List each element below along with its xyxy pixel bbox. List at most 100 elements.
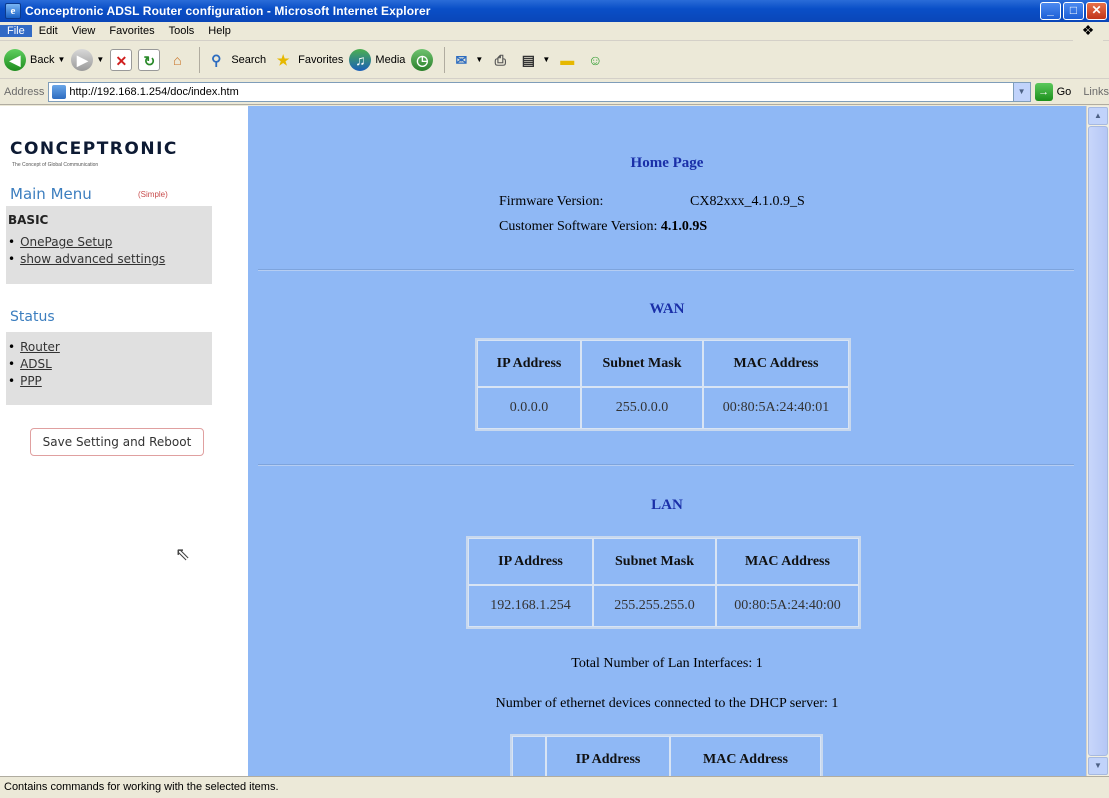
chevron-down-icon[interactable]: ▼ <box>1012 82 1030 101</box>
list-item: • ADSL <box>8 357 52 371</box>
chevron-down-icon[interactable]: ▼ <box>96 55 104 64</box>
back-arrow-icon: ◀ <box>4 48 26 71</box>
media-label: Media <box>375 53 406 66</box>
forward-button[interactable]: ▶ ▼ <box>71 45 104 75</box>
media-button[interactable]: ♫ Media <box>349 45 405 75</box>
menu-file[interactable]: File <box>0 25 32 37</box>
total-lan-interfaces: Total Number of Lan Interfaces: 1 <box>571 656 763 671</box>
vertical-scrollbar[interactable]: ▲ ▼ <box>1086 106 1109 776</box>
divider <box>258 464 1074 466</box>
list-item: • show advanced settings <box>8 252 166 266</box>
scroll-down-icon[interactable]: ▼ <box>1088 757 1108 775</box>
show-advanced-link[interactable]: show advanced settings <box>20 252 165 266</box>
links-button[interactable]: Links <box>1083 86 1109 98</box>
scroll-thumb[interactable] <box>1088 126 1108 756</box>
menu-view[interactable]: View <box>65 25 103 37</box>
messenger-button[interactable]: ☺ <box>584 45 606 75</box>
lan-title: LAN <box>651 497 683 513</box>
lan-subnet-cell: 255.255.255.0 <box>593 585 716 627</box>
basic-heading: BASIC <box>8 213 49 227</box>
address-url[interactable]: http://192.168.1.254/doc/index.htm <box>69 86 238 98</box>
back-label: Back <box>30 53 55 66</box>
scroll-up-icon[interactable]: ▲ <box>1088 107 1108 125</box>
messenger-icon: ☺ <box>588 51 603 68</box>
media-icon: ♫ <box>349 48 372 71</box>
status-heading: Status <box>10 309 55 325</box>
go-label: Go <box>1056 85 1072 98</box>
basic-list: • OnePage Setup • show advanced settings <box>8 235 165 269</box>
chevron-down-icon[interactable]: ▼ <box>57 55 65 64</box>
column-header: IP Address <box>477 340 581 387</box>
lan-ip-cell: 192.168.1.254 <box>468 585 593 627</box>
save-and-reboot-button[interactable]: Save Setting and Reboot <box>30 428 204 456</box>
ie-app-icon[interactable]: e <box>5 3 21 19</box>
dhcp-devices-count: Number of ethernet devices connected to … <box>495 696 839 711</box>
conceptronic-logo: CONCEPTRONIC <box>10 139 178 159</box>
column-header: MAC Address <box>716 538 859 585</box>
close-button[interactable]: ✕ <box>1086 2 1107 20</box>
browser-content: CONCEPTRONIC The Concept of Global Commu… <box>0 106 1109 785</box>
ppp-link[interactable]: PPP <box>20 374 42 388</box>
adsl-link[interactable]: ADSL <box>20 357 52 371</box>
printer-icon: ⎙ <box>494 51 506 68</box>
mail-button[interactable]: ✉ ▼ <box>450 45 484 75</box>
windows-logo-icon: ❖ <box>1073 22 1103 41</box>
title-bar: e Conceptronic ADSL Router configuration… <box>0 0 1109 22</box>
csw-label: Customer Software Version: <box>499 219 658 234</box>
menu-tools[interactable]: Tools <box>162 25 202 37</box>
table-row: 192.168.1.254 255.255.255.0 00:80:5A:24:… <box>468 585 859 627</box>
mouse-cursor-icon: ⇖ <box>175 544 191 564</box>
firmware-value: CX82xxx_4.1.0.9_S <box>690 194 805 209</box>
refresh-icon: ↻ <box>138 48 161 71</box>
menu-bar: File Edit View Favorites Tools Help ❖ <box>0 22 1109 41</box>
main-menu-heading: Main Menu <box>10 185 92 203</box>
back-button[interactable]: ◀ Back ▼ <box>4 45 65 75</box>
simple-mode-link[interactable]: (Simple) <box>138 190 168 199</box>
menu-edit[interactable]: Edit <box>32 25 65 37</box>
column-header: MAC Address <box>703 340 849 387</box>
address-input[interactable]: http://192.168.1.254/doc/index.htm ▼ <box>48 81 1031 102</box>
toolbar-separator <box>199 46 201 73</box>
search-label: Search <box>231 53 267 66</box>
wan-title: WAN <box>649 301 685 317</box>
edit-button[interactable]: ▤ ▼ <box>517 45 551 75</box>
router-link[interactable]: Router <box>20 340 60 354</box>
go-button[interactable]: → Go <box>1034 82 1072 101</box>
print-button[interactable]: ⎙ <box>489 45 511 75</box>
address-bar: Address http://192.168.1.254/doc/index.h… <box>0 79 1109 105</box>
window-title: Conceptronic ADSL Router configuration -… <box>25 4 431 18</box>
wan-ip-cell: 0.0.0.0 <box>477 387 581 429</box>
onepage-setup-link[interactable]: OnePage Setup <box>20 235 112 249</box>
minimize-button[interactable]: _ <box>1040 2 1061 20</box>
wan-mac-cell: 00:80:5A:24:40:01 <box>703 387 849 429</box>
status-panel: • Router • ADSL • PPP <box>6 332 212 405</box>
menu-favorites[interactable]: Favorites <box>102 25 161 37</box>
main-panel: Home Page Firmware Version: CX82xxx_4.1.… <box>248 106 1086 785</box>
column-header: Subnet Mask <box>593 538 716 585</box>
star-icon: ★ <box>276 51 290 68</box>
maximize-button[interactable]: □ <box>1063 2 1084 20</box>
chevron-down-icon[interactable]: ▼ <box>542 55 550 64</box>
stop-button[interactable]: ✕ <box>110 45 133 75</box>
home-button[interactable]: ⌂ <box>166 45 188 75</box>
list-item: • OnePage Setup <box>8 235 113 249</box>
menu-help[interactable]: Help <box>201 25 238 37</box>
folder-button[interactable]: ▬ <box>556 45 578 75</box>
csw-value: 4.1.0.9S <box>660 219 708 234</box>
history-button[interactable]: ◷ <box>411 45 434 75</box>
search-button[interactable]: ⚲ Search <box>205 45 266 75</box>
address-label: Address <box>4 85 45 98</box>
column-header: Subnet Mask <box>581 340 703 387</box>
refresh-button[interactable]: ↻ <box>138 45 161 75</box>
lan-mac-cell: 00:80:5A:24:40:00 <box>716 585 859 627</box>
table-header-row: IP Address Subnet Mask MAC Address <box>468 538 859 585</box>
go-arrow-icon: → <box>1034 82 1053 101</box>
status-list: • Router • ADSL • PPP <box>8 340 60 391</box>
chevron-down-icon[interactable]: ▼ <box>475 55 483 64</box>
home-icon: ⌂ <box>173 51 182 68</box>
favorites-label: Favorites <box>298 53 344 66</box>
lan-table: IP Address Subnet Mask MAC Address 192.1… <box>466 536 861 629</box>
toolbar-separator <box>444 46 446 73</box>
favorites-button[interactable]: ★ Favorites <box>272 45 344 75</box>
history-icon: ◷ <box>411 48 434 71</box>
